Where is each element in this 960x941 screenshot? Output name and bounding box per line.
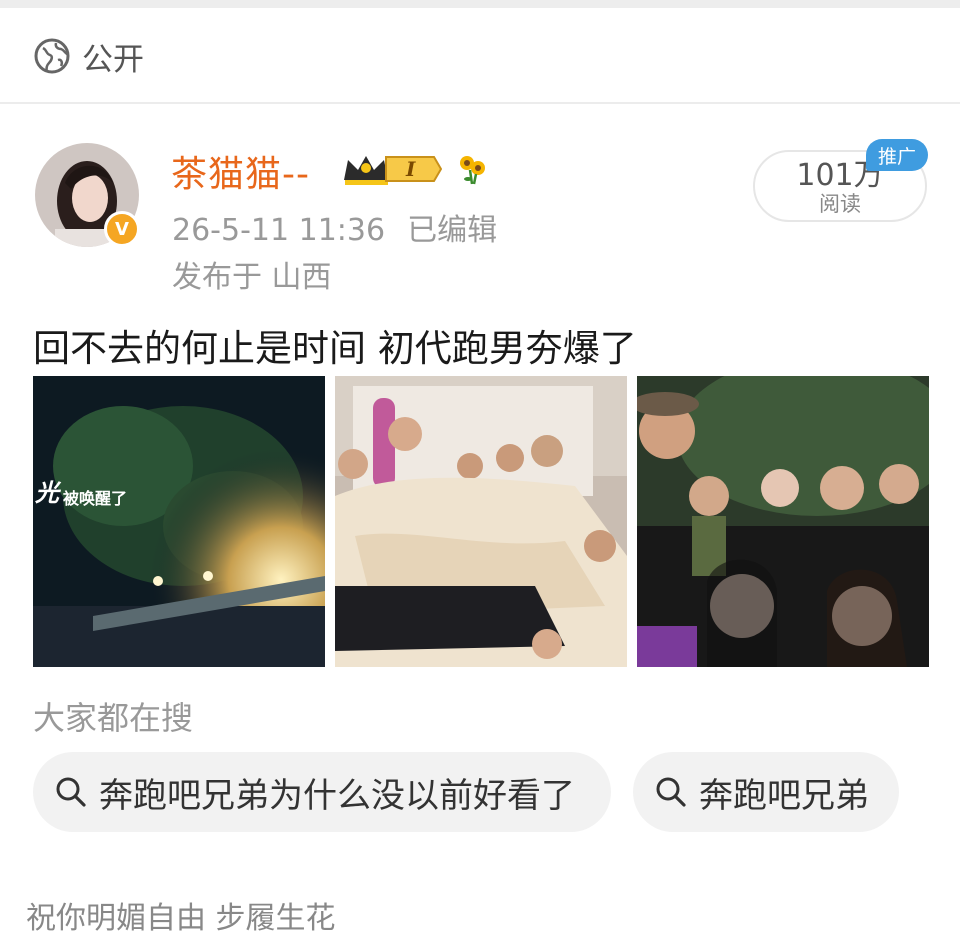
post-time: 26-5-11 11:36 <box>172 213 386 248</box>
visibility-indicator[interactable]: 公开 <box>34 36 144 78</box>
promo-badge[interactable]: 推广 <box>866 139 928 171</box>
crown-level-badge-icon[interactable]: I <box>342 150 442 188</box>
verified-badge: V <box>104 211 140 247</box>
edited-label[interactable]: 已编辑 <box>407 213 497 248</box>
post-location: 发布于 山西 <box>172 260 332 295</box>
sunflower-icon <box>460 156 485 185</box>
section-divider <box>0 102 960 104</box>
post-image-1[interactable]: 光 被唤醒了 <box>33 376 325 667</box>
post-image-2[interactable] <box>335 376 627 667</box>
image-caption: 被唤醒了 <box>63 489 127 508</box>
post-meta: 26-5-11 11:36 已编辑 <box>172 205 519 249</box>
search-chip-1[interactable]: 奔跑吧兄弟为什么没以前好看了 <box>33 752 611 832</box>
visibility-label: 公开 <box>82 41 144 78</box>
image-caption-prefix: 光 <box>34 479 62 507</box>
search-chip-label: 奔跑吧兄弟 <box>699 775 869 816</box>
search-chip-label: 奔跑吧兄弟为什么没以前好看了 <box>99 775 575 816</box>
post-image-3[interactable] <box>637 376 929 667</box>
search-icon <box>656 777 686 807</box>
level-badge-text: I <box>405 157 416 181</box>
group-in-bed-image <box>335 376 627 667</box>
trending-search-title: 大家都在搜 <box>33 699 194 737</box>
globe-icon <box>34 38 70 74</box>
post-text: 回不去的何止是时间 初代跑男夯爆了 <box>33 327 637 370</box>
author-name[interactable]: 茶猫猫-- <box>171 145 310 197</box>
group-selfie-image <box>637 376 929 667</box>
night-scene-image: 光 被唤醒了 <box>33 376 325 667</box>
search-chip-2[interactable]: 奔跑吧兄弟 <box>633 752 899 832</box>
comment-text[interactable]: 祝你明媚自由 步履生花 <box>26 893 336 937</box>
top-separator <box>0 0 960 8</box>
read-label: 阅读 <box>819 192 861 216</box>
crown-icon <box>344 156 388 185</box>
search-icon <box>56 777 86 807</box>
